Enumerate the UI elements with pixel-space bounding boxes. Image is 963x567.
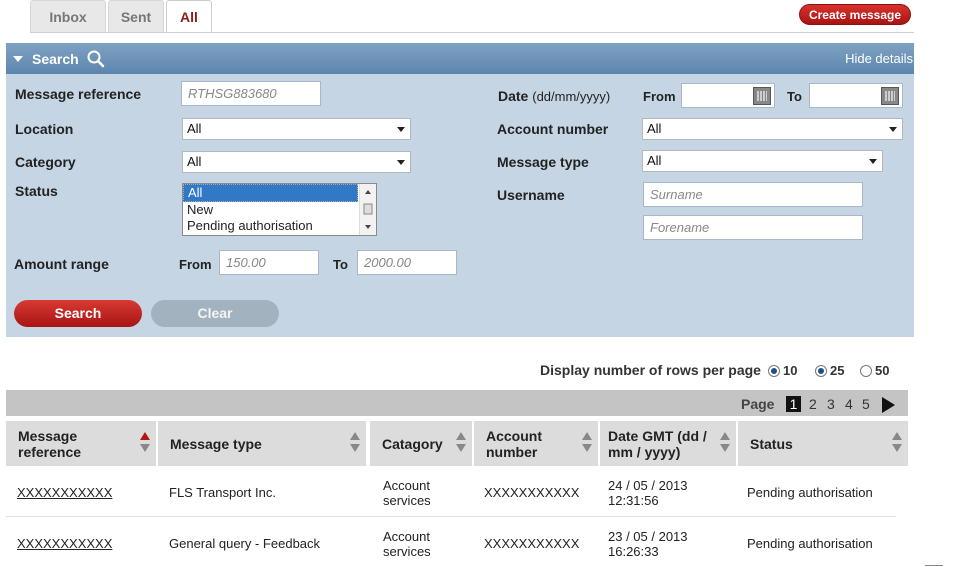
table-cell-time: 12:31:56 — [608, 493, 659, 508]
message-type-select-value: All — [647, 153, 662, 168]
username-label: Username — [497, 187, 565, 203]
create-message-button[interactable]: Create message — [799, 4, 911, 25]
page-3-link[interactable]: 3 — [827, 396, 835, 412]
message-reference-label: Message reference — [15, 86, 142, 102]
table-cell-category: Account services — [383, 478, 431, 508]
col-header-date-gmt[interactable]: Date GMT (dd / mm / yyyy) — [600, 421, 736, 466]
next-page-arrow-icon[interactable] — [882, 397, 895, 413]
amount-range-label: Amount range — [14, 256, 109, 272]
chevron-down-icon — [397, 160, 405, 165]
amount-from-input[interactable]: 150.00 — [219, 250, 319, 275]
table-cell-status: Pending authorisation — [747, 536, 873, 551]
table-cell-message-type: FLS Transport Inc. — [169, 485, 276, 500]
search-icon — [87, 50, 105, 68]
message-type-label: Message type — [497, 154, 589, 170]
table-cell-date: 23 / 05 / 2013 — [608, 529, 688, 544]
sort-icon[interactable] — [350, 432, 360, 454]
status-listbox[interactable]: All New Pending authorisation — [182, 183, 377, 236]
amount-to-label: To — [333, 257, 348, 272]
search-button[interactable]: Search — [14, 300, 142, 327]
col-header-label: Status — [750, 435, 793, 452]
account-number-label: Account number — [497, 121, 609, 137]
amount-to-input[interactable]: 2000.00 — [357, 250, 457, 275]
collapse-arrow-icon[interactable] — [13, 56, 23, 62]
search-panel-title: Search — [32, 51, 79, 67]
col-header-message-type[interactable]: Message type — [158, 421, 366, 466]
rows-per-page-label: Display number of rows per page — [540, 362, 761, 378]
calendar-icon[interactable] — [881, 87, 899, 105]
account-number-select[interactable]: All — [642, 118, 903, 140]
col-header-category[interactable]: Catagory — [370, 421, 472, 466]
tab-inbox[interactable]: Inbox — [30, 0, 106, 32]
page-label: Page — [741, 396, 775, 412]
search-panel-header[interactable] — [6, 43, 914, 74]
col-header-status[interactable]: Status — [738, 421, 908, 466]
location-label: Location — [15, 121, 74, 137]
chevron-down-icon — [869, 159, 877, 164]
col-header-message-reference[interactable]: Message reference — [6, 421, 156, 466]
sort-icon[interactable] — [456, 432, 466, 454]
rows-25-radio[interactable] — [815, 365, 827, 377]
surname-input[interactable]: Surname — [643, 182, 863, 207]
page-5-link[interactable]: 5 — [862, 396, 870, 412]
chevron-down-icon — [397, 127, 405, 132]
status-option-pending[interactable]: Pending authorisation — [183, 218, 358, 234]
table-cell-time: 16:26:33 — [608, 544, 659, 559]
tab-sent[interactable]: Sent — [108, 0, 164, 32]
rows-10-label: 10 — [783, 363, 798, 378]
clear-button[interactable]: Clear — [151, 300, 279, 327]
row-divider — [6, 516, 896, 517]
sort-icon[interactable] — [892, 432, 902, 454]
table-cell-category: Account services — [383, 529, 431, 559]
message-reference-link[interactable]: XXXXXXXXXXX — [17, 536, 112, 551]
page-1-link[interactable]: 1 — [786, 396, 801, 412]
rows-50-radio[interactable] — [860, 365, 872, 377]
date-label: Date (dd/mm/yyyy) — [498, 88, 611, 104]
calendar-icon[interactable] — [753, 87, 771, 105]
divider — [925, 565, 943, 566]
page-2-link[interactable]: 2 — [809, 396, 817, 412]
category-label: Category — [15, 154, 76, 170]
category-select[interactable]: All — [182, 151, 411, 173]
location-select[interactable]: All — [182, 118, 411, 140]
rows-50-label: 50 — [875, 363, 890, 378]
col-header-label: Date GMT (dd / mm / yyyy) — [608, 427, 707, 460]
forename-input[interactable]: Forename — [643, 215, 863, 240]
col-header-label: Message reference — [18, 427, 82, 460]
status-label: Status — [15, 183, 58, 199]
sort-icon[interactable] — [140, 432, 150, 454]
message-reference-link[interactable]: XXXXXXXXXXX — [17, 485, 112, 500]
amount-from-label: From — [179, 257, 212, 272]
table-cell-date: 24 / 05 / 2013 — [608, 478, 688, 493]
rows-10-radio[interactable] — [768, 365, 780, 377]
message-type-select[interactable]: All — [642, 150, 883, 172]
message-reference-input[interactable]: RTHSG883680 — [181, 81, 321, 106]
col-header-label: Account number — [486, 427, 542, 460]
col-header-account-number[interactable]: Account number — [474, 421, 598, 466]
status-listbox-scrollbar[interactable] — [359, 184, 376, 235]
account-number-select-value: All — [647, 121, 662, 136]
table-cell-account: XXXXXXXXXXX — [484, 536, 580, 551]
location-select-value: All — [187, 121, 202, 136]
tab-divider — [30, 32, 914, 33]
col-header-label: Message type — [170, 435, 262, 452]
status-option-new[interactable]: New — [183, 202, 358, 218]
category-select-value: All — [187, 154, 202, 169]
table-cell-account: XXXXXXXXXXX — [484, 485, 580, 500]
col-header-label: Catagory — [382, 435, 443, 452]
hide-details-link[interactable]: Hide details — [845, 51, 913, 66]
page-4-link[interactable]: 4 — [845, 396, 853, 412]
table-cell-status: Pending authorisation — [747, 485, 873, 500]
rows-25-label: 25 — [830, 363, 845, 378]
tab-all[interactable]: All — [166, 0, 212, 33]
date-to-label: To — [787, 89, 802, 104]
status-option-all[interactable]: All — [183, 184, 358, 202]
sort-icon[interactable] — [582, 432, 592, 454]
table-cell-message-type: General query - Feedback — [169, 536, 321, 551]
sort-icon[interactable] — [720, 432, 730, 454]
date-from-label: From — [643, 89, 676, 104]
chevron-down-icon — [889, 127, 897, 132]
